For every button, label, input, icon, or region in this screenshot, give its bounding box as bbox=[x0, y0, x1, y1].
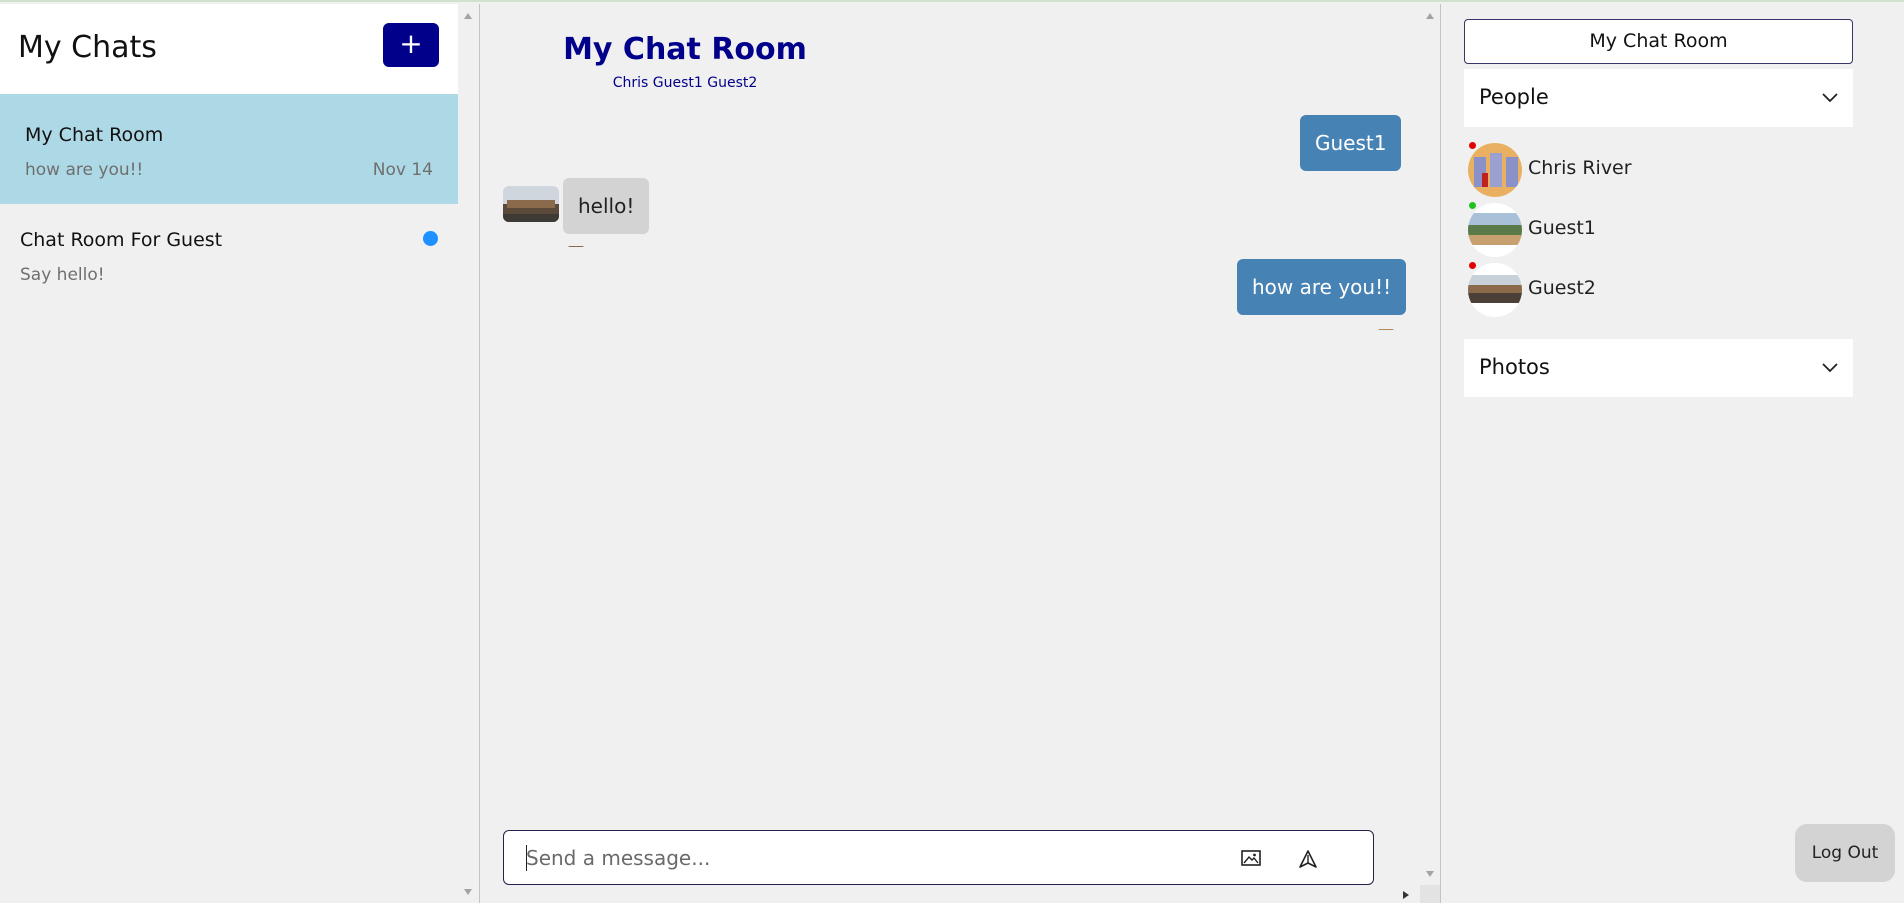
chat-details-panel: My Chat Room People Chris River Guest1 G… bbox=[1442, 4, 1904, 903]
scroll-up-arrow-icon[interactable] bbox=[464, 13, 472, 19]
image-upload-icon[interactable] bbox=[1241, 849, 1261, 867]
scroll-up-arrow-icon[interactable] bbox=[1426, 13, 1434, 19]
avatar-photo-icon bbox=[503, 186, 559, 222]
app-root: My Chats + My Chat Room how are you!! No… bbox=[0, 0, 1904, 903]
person-name: Chris River bbox=[1528, 157, 1632, 179]
chat-card-last-message: Say hello! bbox=[20, 265, 105, 285]
read-receipt-icon bbox=[568, 246, 584, 247]
scroll-down-arrow-icon[interactable] bbox=[1426, 871, 1434, 877]
avatar-photo-icon bbox=[1468, 203, 1522, 257]
offline-status-dot bbox=[1469, 142, 1476, 149]
online-status-dot bbox=[1469, 202, 1476, 209]
chat-feed-scrollbar[interactable] bbox=[1420, 4, 1440, 903]
chat-card-my-chat-room[interactable]: My Chat Room how are you!! Nov 14 bbox=[0, 94, 458, 204]
scroll-right-arrow-icon[interactable] bbox=[1403, 891, 1409, 899]
avatar-photo-icon bbox=[1468, 263, 1522, 317]
person-name: Guest2 bbox=[1528, 277, 1596, 299]
message-bubble-mine: how are you!! bbox=[1237, 259, 1407, 315]
person-name: Guest1 bbox=[1528, 217, 1596, 239]
read-receipt-icon bbox=[1378, 329, 1394, 330]
message-bubble-theirs: hello! bbox=[563, 178, 650, 234]
unread-indicator bbox=[423, 231, 438, 246]
photos-section-label: Photos bbox=[1479, 355, 1550, 379]
people-section-header[interactable]: People bbox=[1464, 69, 1853, 127]
chat-feed-panel: My Chat Room Chris Guest1 Guest2 Guest1 … bbox=[481, 4, 1441, 903]
text-caret bbox=[526, 845, 527, 871]
avatar-photo-icon bbox=[1468, 143, 1522, 197]
read-receipt-avatar bbox=[568, 239, 584, 247]
room-members: Chris Guest1 Guest2 bbox=[612, 75, 758, 91]
avatar bbox=[1468, 203, 1522, 257]
message-bubble-mine: Guest1 bbox=[1300, 115, 1402, 171]
chat-card-title: My Chat Room bbox=[25, 124, 164, 146]
scroll-down-arrow-icon[interactable] bbox=[464, 889, 472, 895]
chat-card-title: Chat Room For Guest bbox=[20, 229, 223, 251]
chat-list-panel: My Chats + My Chat Room how are you!! No… bbox=[0, 4, 480, 903]
message-composer bbox=[503, 830, 1374, 885]
room-title: My Chat Room bbox=[563, 32, 807, 67]
read-receipt-avatar bbox=[1378, 322, 1394, 330]
room-name-button[interactable]: My Chat Room bbox=[1464, 19, 1853, 64]
chat-card-date: Nov 14 bbox=[372, 160, 433, 180]
person-guest2[interactable]: Guest2 bbox=[1464, 261, 1853, 319]
logout-button[interactable]: Log Out bbox=[1795, 824, 1895, 882]
chat-card-last-message: how are you!! bbox=[25, 160, 144, 180]
message-input[interactable] bbox=[526, 843, 1176, 873]
chat-card-chat-room-for-guest[interactable]: Chat Room For Guest Say hello! bbox=[0, 204, 458, 314]
person-chris-river[interactable]: Chris River bbox=[1464, 141, 1853, 199]
sender-avatar bbox=[503, 186, 559, 222]
avatar bbox=[1468, 263, 1522, 317]
scrollbar-corner bbox=[1420, 885, 1440, 903]
avatar bbox=[1468, 143, 1522, 197]
person-guest1[interactable]: Guest1 bbox=[1464, 201, 1853, 259]
offline-status-dot bbox=[1469, 262, 1476, 269]
photos-section-header[interactable]: Photos bbox=[1464, 339, 1853, 397]
people-section-label: People bbox=[1479, 85, 1549, 109]
send-icon[interactable] bbox=[1298, 849, 1318, 869]
chevron-down-icon bbox=[1822, 363, 1838, 373]
chat-list-scrollbar[interactable] bbox=[458, 4, 478, 903]
chevron-down-icon bbox=[1822, 93, 1838, 103]
